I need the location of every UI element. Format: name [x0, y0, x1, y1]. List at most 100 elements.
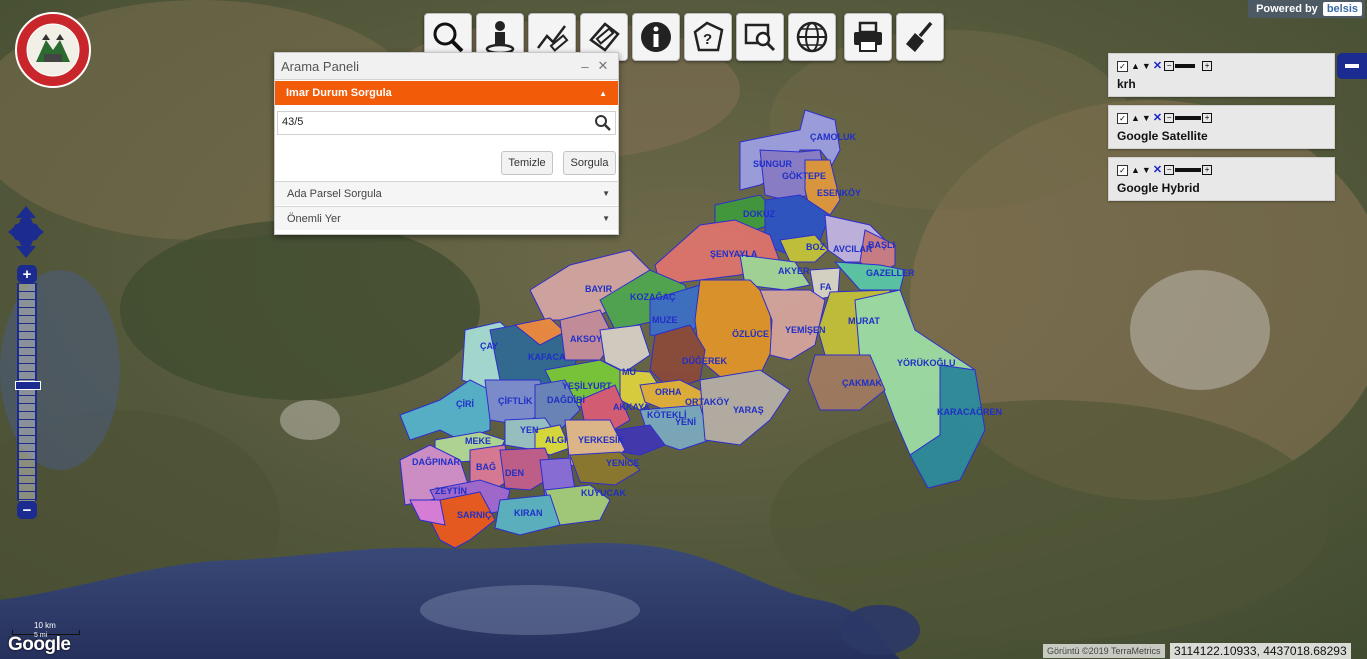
magnifier-icon — [433, 22, 464, 53]
pan-control[interactable] — [8, 206, 44, 258]
map-label: GÖKTEPE — [782, 171, 826, 181]
map-label: ÇAY — [480, 341, 498, 351]
accordion-zoning-query-label: Imar Durum Sorgula — [286, 87, 392, 99]
map-label: DAĞPINAR — [412, 456, 461, 467]
map-label: MURAT — [848, 316, 880, 326]
accordion-parcel-query-label: Ada Parsel Sorgula — [287, 187, 382, 200]
map-label: SARNIÇ — [457, 510, 492, 520]
zoom-rectangle-icon — [744, 23, 776, 52]
opacity-decrease-icon[interactable]: − — [1164, 113, 1175, 123]
powered-by-badge[interactable]: Powered by belsis — [1248, 0, 1365, 18]
layer-visibility-checkbox[interactable]: ✓ — [1117, 60, 1128, 72]
map-label: MUZE — [652, 315, 678, 325]
map-label: ESENKÖY — [817, 188, 861, 198]
map-label: KUYUCAK — [581, 488, 627, 498]
opacity-increase-icon[interactable]: + — [1202, 61, 1213, 71]
remove-layer-icon[interactable]: ✕ — [1153, 113, 1162, 124]
area-ruler-icon — [589, 22, 620, 52]
pan-up-arrow-icon — [16, 206, 36, 218]
opacity-increase-icon[interactable]: + — [1202, 113, 1213, 123]
map-label: BOZ — [806, 242, 826, 252]
search-panel-title: Arama Paneli — [281, 58, 360, 74]
move-down-icon[interactable]: ▼ — [1142, 61, 1151, 71]
minimize-button[interactable]: ‒ — [576, 59, 594, 74]
map-label: BAŞLI — [868, 240, 895, 250]
move-up-icon[interactable]: ▲ — [1131, 165, 1140, 175]
printer-icon — [854, 21, 882, 52]
municipality-logo — [6, 12, 100, 88]
mouse-coordinates: 3114122.10933, 4437018.68293 — [1170, 643, 1351, 659]
opacity-decrease-icon[interactable]: − — [1164, 165, 1175, 175]
accordion-zoning-query[interactable]: Imar Durum Sorgula ▲ — [275, 81, 618, 105]
info-button[interactable] — [632, 13, 680, 61]
map-label: DOKUZ — [743, 209, 775, 219]
layer-item: ✓ ▲ ▼ ✕ − + Google Hybrid — [1108, 157, 1335, 201]
opacity-slider[interactable] — [1175, 168, 1202, 172]
remove-layer-icon[interactable]: ✕ — [1153, 61, 1162, 72]
search-box — [277, 111, 616, 135]
accordion-parcel-query[interactable]: Ada Parsel Sorgula ▼ — [275, 181, 618, 205]
map-label: BAYIR — [585, 284, 613, 294]
map-label: YENİCE — [606, 458, 640, 468]
map-label: YARAŞ — [733, 405, 764, 415]
map-label: ŞENYAYLA — [710, 249, 758, 259]
globe-icon — [796, 21, 828, 53]
zoom-in-button[interactable]: + — [17, 265, 37, 283]
print-button[interactable] — [844, 13, 892, 61]
globe-button[interactable] — [788, 13, 836, 61]
map-label: YEMİŞEN — [785, 325, 826, 335]
polygon-question-icon: ? — [693, 21, 724, 52]
broom-icon — [906, 21, 933, 52]
clear-query-button[interactable]: Temizle — [501, 151, 553, 175]
map-label: AKSOY — [570, 334, 602, 344]
map-label: DEN — [505, 468, 524, 478]
close-button[interactable]: ✕ — [594, 58, 612, 74]
map-label: DÜĞEREK — [682, 355, 728, 366]
map-label: AKYER — [778, 266, 810, 276]
scale-km-label: 10 km — [34, 621, 56, 630]
move-up-icon[interactable]: ▲ — [1131, 61, 1140, 71]
search-icon[interactable] — [593, 113, 613, 133]
ruler-line-icon — [537, 25, 569, 52]
map-label: GAZELLER — [866, 268, 915, 278]
move-down-icon[interactable]: ▼ — [1142, 113, 1151, 123]
map-label: ORHA — [655, 387, 682, 397]
opacity-slider[interactable] — [1175, 64, 1196, 68]
remove-layer-icon[interactable]: ✕ — [1153, 165, 1162, 176]
map-attribution[interactable]: Görüntü ©2019 TerraMetrics — [1043, 644, 1165, 658]
layer-visibility-checkbox[interactable]: ✓ — [1117, 112, 1128, 124]
map-label: MEKE — [465, 436, 491, 446]
layer-visibility-checkbox[interactable]: ✓ — [1117, 164, 1128, 176]
map-label: YEŞİLYURT — [562, 381, 612, 391]
clear-button[interactable] — [896, 13, 944, 61]
move-up-icon[interactable]: ▲ — [1131, 113, 1140, 123]
map-label: FA — [820, 282, 832, 292]
map-label: ALGI — [545, 435, 567, 445]
layer-item: ✓ ▲ ▼ ✕ − + Google Satellite — [1108, 105, 1335, 149]
zoom-box-button[interactable] — [736, 13, 784, 61]
brand-logo: belsis — [1322, 2, 1362, 16]
layer-name: krh — [1117, 77, 1136, 91]
google-logo: Google — [8, 634, 71, 655]
map-label: ÖZLÜCE — [732, 329, 769, 339]
opacity-slider[interactable] — [1175, 116, 1202, 120]
accordion-important-places-label: Önemli Yer — [287, 212, 341, 225]
layer-panel-collapse-button[interactable] — [1337, 53, 1367, 79]
info-icon — [641, 22, 671, 52]
search-panel-header[interactable]: Arama Paneli ‒ ✕ — [275, 53, 618, 80]
map-label: YÖRÜKOĞLU — [897, 357, 956, 368]
zoom-slider-handle[interactable] — [15, 381, 41, 390]
parcel-search-input[interactable] — [278, 112, 582, 132]
map-label: SUNGUR — [753, 159, 793, 169]
opacity-decrease-icon[interactable]: − — [1164, 61, 1175, 71]
opacity-increase-icon[interactable]: + — [1202, 165, 1213, 175]
minus-icon — [1345, 64, 1359, 68]
move-down-icon[interactable]: ▼ — [1142, 165, 1151, 175]
query-button[interactable]: Sorgula — [563, 151, 616, 175]
identify-area-button[interactable]: ? — [684, 13, 732, 61]
map-label: AVCILAR — [833, 244, 873, 254]
zoom-out-button[interactable]: − — [17, 501, 37, 519]
zoom-slider[interactable] — [17, 283, 37, 501]
accordion-important-places[interactable]: Önemli Yer ▼ — [275, 206, 618, 230]
map-label: AKKAYA — [613, 402, 650, 412]
